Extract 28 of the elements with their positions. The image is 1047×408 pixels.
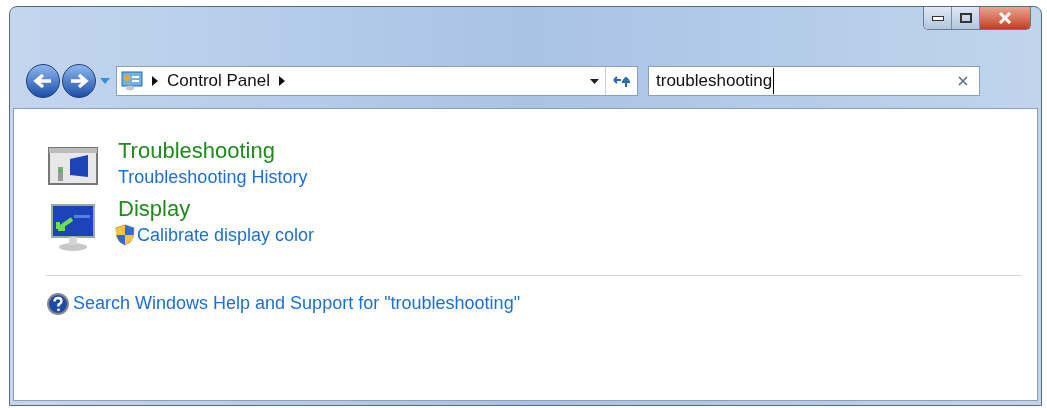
- back-button[interactable]: [26, 64, 60, 98]
- back-arrow-icon: [33, 73, 53, 89]
- search-field[interactable]: troubleshooting: [648, 66, 980, 96]
- minimize-button[interactable]: [924, 7, 952, 29]
- close-button[interactable]: [980, 7, 1030, 29]
- breadcrumb-arrow-icon: [279, 76, 285, 86]
- maximize-icon: [959, 13, 972, 23]
- caret-icon: [589, 78, 599, 84]
- close-icon: [998, 12, 1012, 24]
- result-title[interactable]: Troubleshooting: [118, 137, 308, 165]
- help-search-link[interactable]: Search Windows Help and Support for "troubleshooting": [73, 290, 521, 317]
- minimize-icon: [931, 15, 944, 21]
- close-icon: [958, 76, 968, 86]
- search-text: troubleshooting: [656, 68, 775, 94]
- task-link[interactable]: Troubleshooting History: [118, 165, 308, 189]
- control-panel-icon: [121, 71, 143, 91]
- address-bar[interactable]: Control Panel: [116, 66, 638, 96]
- breadcrumb-arrow-icon: [152, 76, 158, 86]
- computer-window-icon: [48, 145, 100, 187]
- forward-arrow-icon: [69, 73, 89, 89]
- breadcrumb[interactable]: Control Panel: [167, 68, 270, 94]
- forward-button[interactable]: [62, 64, 96, 98]
- maximize-button[interactable]: [952, 7, 980, 29]
- result-title[interactable]: Display: [118, 195, 315, 223]
- task-link[interactable]: Calibrate display color: [137, 223, 315, 247]
- caret-icon: [100, 78, 110, 84]
- refresh-arrows-icon: [612, 74, 631, 88]
- help-icon: [46, 291, 70, 316]
